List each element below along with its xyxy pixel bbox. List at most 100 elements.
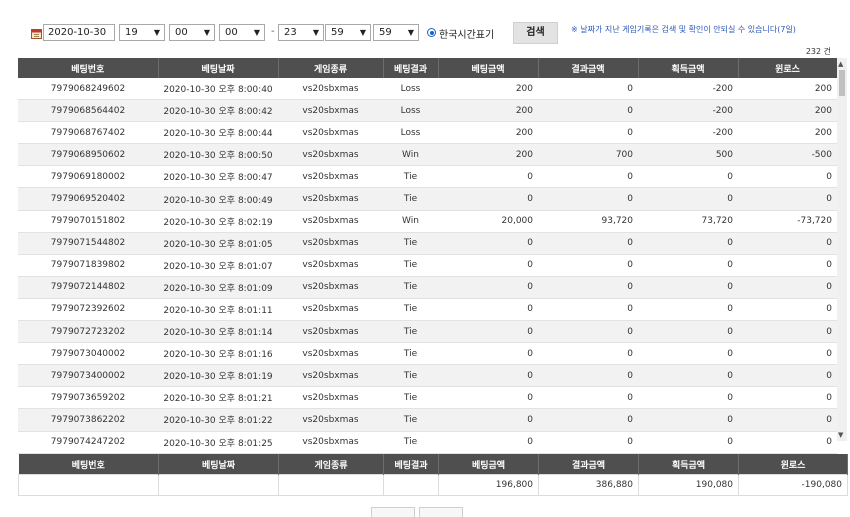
start-sec-value: 00 bbox=[225, 27, 238, 38]
cell-winloss: 0 bbox=[738, 386, 837, 410]
cell-bet-id: 7979070151802 bbox=[18, 210, 158, 233]
cell-bet-date: 2020-10-30 오후 8:01:11 bbox=[158, 298, 278, 322]
cell-bet-id: 7979072144802 bbox=[18, 276, 158, 299]
timezone-radio[interactable] bbox=[427, 28, 436, 37]
col-header-gain-amount[interactable]: 획득금액 bbox=[638, 58, 739, 78]
table-body: 7979068249602 2020-10-30 오후 8:00:40 vs20sb… bbox=[18, 78, 837, 454]
cell-bet-amount: 0 bbox=[438, 232, 538, 255]
totals-row: 196,800 386,880 190,080 -190,080 bbox=[18, 474, 848, 496]
cell-gain-amount: 0 bbox=[638, 342, 738, 366]
table-row[interactable]: 7979068950602 2020-10-30 오후 8:00:50 vs20sb… bbox=[18, 143, 837, 167]
cell-bet-amount: 20,000 bbox=[438, 210, 538, 233]
col-header-result-amount[interactable]: 결과금액 bbox=[538, 58, 639, 78]
totals-winloss: -190,080 bbox=[738, 474, 848, 496]
cell-winloss: 0 bbox=[738, 276, 837, 299]
cell-game-type: vs20sbxmas bbox=[278, 298, 383, 322]
table-row[interactable]: 7979069520402 2020-10-30 오후 8:00:49 vs20sb… bbox=[18, 187, 837, 211]
cell-bet-id: 7979069520402 bbox=[18, 187, 158, 211]
cell-result-amount: 0 bbox=[538, 431, 638, 454]
cell-gain-amount: 0 bbox=[638, 298, 738, 322]
end-min-select[interactable]: 59 ▼ bbox=[325, 24, 371, 41]
table-row[interactable]: 7979073659202 2020-10-30 오후 8:01:21 vs20sb… bbox=[18, 386, 837, 410]
bet-history-table: 베팅번호 베팅날짜 게임종류 베팅결과 베팅금액 결과금액 획득금액 윈로스 7… bbox=[18, 58, 838, 454]
chevron-down-icon: ▼ bbox=[312, 28, 319, 37]
cell-result-amount: 0 bbox=[538, 298, 638, 322]
col-header-bet-id[interactable]: 베팅번호 bbox=[18, 58, 159, 78]
table-row[interactable]: 7979068564402 2020-10-30 오후 8:00:42 vs20sb… bbox=[18, 99, 837, 123]
table-row[interactable]: 7979071544802 2020-10-30 오후 8:01:05 vs20sb… bbox=[18, 232, 837, 255]
scroll-down-icon[interactable]: ▼ bbox=[838, 431, 843, 439]
cell-game-type: vs20sbxmas bbox=[278, 210, 383, 233]
cell-bet-date: 2020-10-30 오후 8:01:19 bbox=[158, 364, 278, 388]
cell-winloss: 200 bbox=[738, 99, 837, 123]
cell-gain-amount: 0 bbox=[638, 431, 738, 454]
totals-bet-amount: 196,800 bbox=[438, 474, 539, 496]
cell-winloss: 0 bbox=[738, 165, 837, 189]
col-header-bet-amount[interactable]: 베팅금액 bbox=[438, 58, 539, 78]
col-header-bet-date[interactable]: 베팅날짜 bbox=[158, 58, 279, 78]
cell-bet-id: 7979073040002 bbox=[18, 342, 158, 366]
cell-result-amount: 0 bbox=[538, 254, 638, 277]
totals-header-bet-id: 베팅번호 bbox=[18, 454, 159, 475]
cell-bet-id: 7979068564402 bbox=[18, 99, 158, 123]
cell-bet-amount: 0 bbox=[438, 320, 538, 344]
calendar-icon[interactable] bbox=[31, 28, 42, 39]
table-row[interactable]: 7979070151802 2020-10-30 오후 8:02:19 vs20sb… bbox=[18, 210, 837, 233]
table-row[interactable]: 7979069180002 2020-10-30 오후 8:00:47 vs20sb… bbox=[18, 165, 837, 189]
table-scrollbar[interactable]: ▲ ▼ bbox=[837, 58, 847, 441]
col-header-bet-result[interactable]: 베팅결과 bbox=[383, 58, 439, 78]
scroll-up-icon[interactable]: ▲ bbox=[838, 60, 843, 68]
table-row[interactable]: 7979072144802 2020-10-30 오후 8:01:09 vs20sb… bbox=[18, 276, 837, 299]
cell-gain-amount: 500 bbox=[638, 143, 738, 167]
table-header-row: 베팅번호 베팅날짜 게임종류 베팅결과 베팅금액 결과금액 획득금액 윈로스 bbox=[18, 58, 838, 78]
cell-bet-date: 2020-10-30 오후 8:01:16 bbox=[158, 342, 278, 366]
cell-bet-amount: 0 bbox=[438, 254, 538, 277]
table-row[interactable]: 7979071839802 2020-10-30 오후 8:01:07 vs20sb… bbox=[18, 254, 837, 277]
start-hour-select[interactable]: 19 ▼ bbox=[119, 24, 165, 41]
col-header-game-type[interactable]: 게임종류 bbox=[278, 58, 384, 78]
start-min-select[interactable]: 00 ▼ bbox=[169, 24, 215, 41]
cell-bet-id: 7979073659202 bbox=[18, 386, 158, 410]
cell-bet-date: 2020-10-30 오후 8:00:50 bbox=[158, 143, 278, 167]
cell-gain-amount: 0 bbox=[638, 187, 738, 211]
cell-bet-date: 2020-10-30 오후 8:01:05 bbox=[158, 232, 278, 255]
date-input[interactable]: 2020-10-30 bbox=[43, 24, 115, 41]
cell-bet-date: 2020-10-30 오후 8:01:14 bbox=[158, 320, 278, 344]
cell-bet-result: Win bbox=[383, 143, 438, 167]
cell-bet-result: Tie bbox=[383, 386, 438, 410]
cell-gain-amount: 0 bbox=[638, 320, 738, 344]
cell-winloss: 0 bbox=[738, 232, 837, 255]
table-row[interactable]: 7979073862202 2020-10-30 오후 8:01:22 vs20sb… bbox=[18, 408, 837, 432]
cell-bet-id: 7979068767402 bbox=[18, 121, 158, 145]
cell-result-amount: 0 bbox=[538, 364, 638, 388]
cell-gain-amount: -200 bbox=[638, 121, 738, 145]
end-sec-select[interactable]: 59 ▼ bbox=[373, 24, 419, 41]
table-row[interactable]: 7979074247202 2020-10-30 오후 8:01:25 vs20sb… bbox=[18, 431, 837, 454]
timezone-label[interactable]: 한국시간표기 bbox=[439, 26, 494, 41]
col-header-winloss[interactable]: 윈로스 bbox=[738, 58, 838, 78]
totals-table: 베팅번호 베팅날짜 게임종류 베팅결과 베팅금액 결과금액 획득금액 윈로스 1… bbox=[18, 454, 848, 496]
cell-result-amount: 93,720 bbox=[538, 210, 638, 233]
cell-bet-date: 2020-10-30 오후 8:01:09 bbox=[158, 276, 278, 299]
cell-game-type: vs20sbxmas bbox=[278, 187, 383, 211]
start-min-value: 00 bbox=[175, 27, 188, 38]
cell-bet-date: 2020-10-30 오후 8:00:42 bbox=[158, 99, 278, 123]
end-hour-value: 23 bbox=[284, 27, 297, 38]
table-row[interactable]: 7979068767402 2020-10-30 오후 8:00:44 vs20sb… bbox=[18, 121, 837, 145]
table-row[interactable]: 7979072723202 2020-10-30 오후 8:01:14 vs20sb… bbox=[18, 320, 837, 344]
cell-result-amount: 700 bbox=[538, 143, 638, 167]
cell-bet-result: Tie bbox=[383, 408, 438, 432]
cell-bet-result: Tie bbox=[383, 298, 438, 322]
table-row[interactable]: 7979072392602 2020-10-30 오후 8:01:11 vs20sb… bbox=[18, 298, 837, 322]
cell-bet-date: 2020-10-30 오후 8:01:22 bbox=[158, 408, 278, 432]
table-row[interactable]: 7979073040002 2020-10-30 오후 8:01:16 vs20sb… bbox=[18, 342, 837, 366]
cell-winloss: -500 bbox=[738, 143, 837, 167]
search-button[interactable]: 검색 bbox=[513, 22, 558, 44]
scroll-thumb[interactable] bbox=[839, 70, 845, 96]
cell-bet-date: 2020-10-30 오후 8:02:19 bbox=[158, 210, 278, 233]
cell-winloss: 200 bbox=[738, 121, 837, 145]
table-row[interactable]: 7979068249602 2020-10-30 오후 8:00:40 vs20sb… bbox=[18, 78, 837, 101]
end-hour-select[interactable]: 23 ▼ bbox=[278, 24, 324, 41]
start-sec-select[interactable]: 00 ▼ bbox=[219, 24, 265, 41]
table-row[interactable]: 7979073400002 2020-10-30 오후 8:01:19 vs20sb… bbox=[18, 364, 837, 388]
